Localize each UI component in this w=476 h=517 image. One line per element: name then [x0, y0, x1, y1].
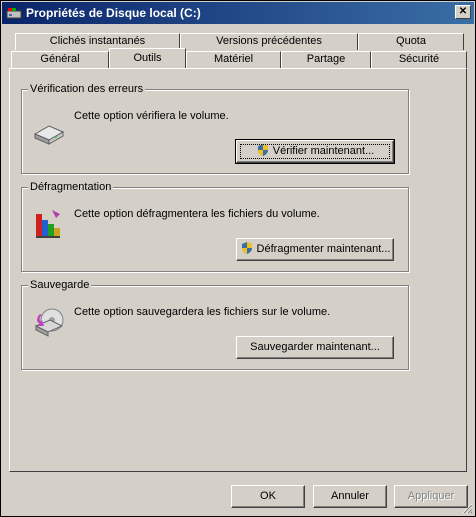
- tab-label: Général: [40, 53, 80, 65]
- tab-quota[interactable]: Quota: [358, 33, 464, 50]
- button-label: OK: [260, 490, 276, 502]
- tab-general[interactable]: Général: [11, 51, 109, 68]
- error-check-group: Vérification des erreurs Cette option vé…: [21, 83, 409, 174]
- group-description: Cette option sauvegardera les fichiers s…: [74, 306, 331, 318]
- defragment-now-button[interactable]: Défragmenter maintenant...: [236, 238, 394, 261]
- verify-now-button[interactable]: Vérifier maintenant...: [235, 139, 395, 164]
- tab-label: Clichés instantanés: [49, 35, 146, 47]
- resize-grip-icon[interactable]: [461, 502, 473, 514]
- defrag-icon: [36, 210, 60, 238]
- tab-outils[interactable]: Outils: [109, 48, 186, 68]
- group-title: Défragmentation: [28, 181, 114, 193]
- uac-shield-icon: [241, 242, 252, 254]
- group-description: Cette option défragmentera les fichiers …: [74, 208, 320, 220]
- button-label: Appliquer: [407, 490, 455, 502]
- group-title: Sauvegarde: [28, 279, 92, 291]
- tab-securite[interactable]: Sécurité: [371, 51, 467, 68]
- backup-icon: [34, 308, 64, 337]
- button-label: Défragmenter maintenant...: [256, 243, 391, 255]
- group-title: Vérification des erreurs: [28, 83, 146, 95]
- button-label: Annuler: [331, 490, 369, 502]
- window-title: Propriétés de Disque local (C:): [26, 6, 201, 20]
- tab-label: Matériel: [213, 53, 254, 65]
- uac-shield-icon: [257, 144, 268, 156]
- close-icon: ✕: [458, 6, 468, 17]
- title-bar[interactable]: Propriétés de Disque local (C:) ✕: [2, 2, 474, 24]
- group-description: Cette option vérifiera le volume.: [74, 110, 229, 122]
- backup-now-button[interactable]: Sauvegarder maintenant...: [236, 336, 394, 359]
- drive-icon: [6, 8, 22, 19]
- tab-versions-precedentes[interactable]: Versions précédentes: [180, 33, 358, 50]
- tab-label: Sécurité: [398, 53, 440, 65]
- close-button[interactable]: ✕: [455, 5, 471, 19]
- apply-button[interactable]: Appliquer: [394, 485, 468, 508]
- tab-label: Partage: [306, 53, 346, 65]
- tab-materiel[interactable]: Matériel: [186, 51, 281, 68]
- tab-label: Outils: [133, 52, 162, 64]
- ok-button[interactable]: OK: [231, 485, 305, 508]
- cancel-button[interactable]: Annuler: [313, 485, 387, 508]
- tab-partage[interactable]: Partage: [281, 51, 371, 68]
- disk-check-icon: [33, 125, 65, 145]
- defrag-group: Défragmentation Cette option défragmente…: [21, 181, 409, 272]
- button-label: Sauvegarder maintenant...: [250, 341, 380, 353]
- button-label: Vérifier maintenant...: [272, 145, 375, 157]
- tab-label: Quota: [396, 35, 426, 47]
- properties-window: Propriétés de Disque local (C:) ✕ Cliché…: [0, 0, 476, 517]
- backup-group: Sauvegarde Cette option sauvegardera les…: [21, 279, 409, 370]
- tab-panel-outils: Vérification des erreurs Cette option vé…: [9, 68, 467, 472]
- tab-label: Versions précédentes: [216, 35, 322, 47]
